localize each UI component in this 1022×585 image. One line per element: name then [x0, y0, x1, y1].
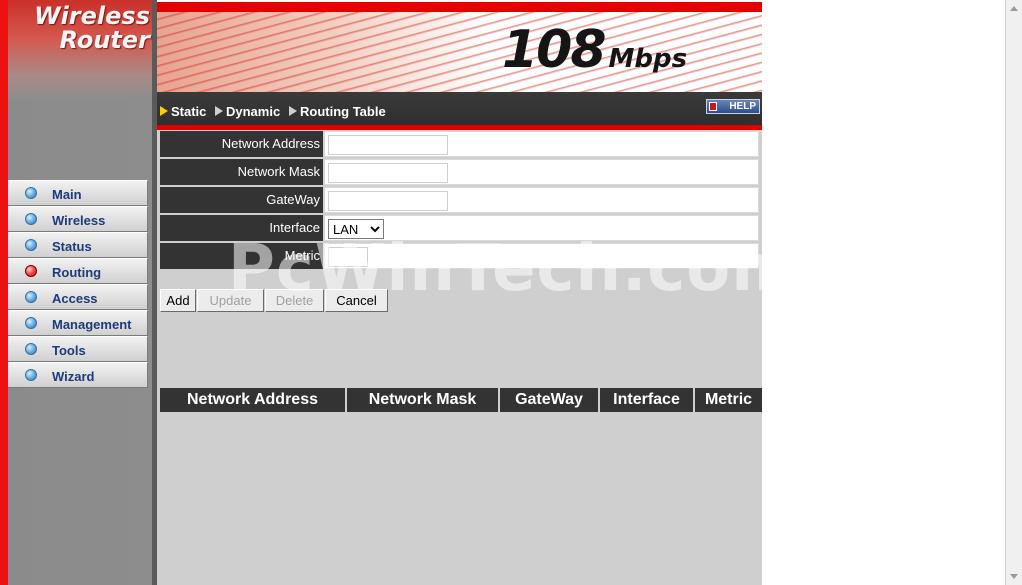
column-header-metric: Metric — [695, 388, 762, 412]
sub-navigation: Static Dynamic Routing Table HELP — [157, 92, 762, 130]
routing-table-header: Network Address Network Mask GateWay Int… — [160, 388, 762, 412]
sidebar: Wireless Router Main Wireless Status Rou… — [0, 0, 157, 585]
logo-line-1: Wireless — [34, 2, 150, 30]
form-cell: LAN — [324, 215, 759, 241]
sidebar-item-access[interactable]: Access — [8, 284, 148, 310]
metric-input[interactable] — [328, 247, 368, 267]
help-button[interactable]: HELP — [706, 99, 760, 114]
form-row-interface: Interface LAN — [157, 214, 762, 242]
sidebar-item-label: Wizard — [52, 369, 95, 384]
tab-label: Static — [171, 104, 207, 119]
sidebar-item-label: Tools — [52, 343, 86, 358]
form-cell — [324, 159, 759, 185]
tab-dynamic[interactable]: Dynamic — [215, 104, 280, 119]
sidebar-item-wizard[interactable]: Wizard — [8, 362, 148, 388]
logo-line-2: Router — [59, 26, 150, 54]
bullet-icon — [25, 343, 37, 355]
column-header-interface: Interface — [600, 388, 695, 412]
tab-label: Dynamic — [226, 104, 281, 119]
sidebar-item-main[interactable]: Main — [8, 180, 148, 206]
sidebar-item-label: Routing — [52, 265, 102, 280]
delete-button[interactable]: Delete — [265, 289, 324, 312]
scroll-down-icon[interactable] — [1010, 574, 1018, 579]
active-bullet-icon — [25, 265, 37, 277]
help-icon — [709, 102, 717, 111]
network-address-label: Network Address — [160, 131, 323, 157]
sidebar-item-label: Main — [52, 187, 82, 202]
form-row-network-mask: Network Mask — [157, 158, 762, 186]
sidebar-item-label: Management — [52, 317, 132, 332]
scroll-up-icon[interactable] — [1010, 6, 1018, 11]
gateway-input[interactable] — [328, 191, 448, 211]
sidebar-item-tools[interactable]: Tools — [8, 336, 148, 362]
form-row-gateway: GateWay — [157, 186, 762, 214]
form-cell — [324, 243, 759, 269]
speed-unit: Mbps — [608, 44, 688, 74]
bullet-icon — [25, 291, 37, 303]
form-row-metric: Metric — [157, 242, 762, 270]
tab-label: Routing Table — [300, 104, 386, 119]
interface-label: Interface — [160, 215, 323, 241]
form-cell — [324, 131, 759, 157]
vertical-scrollbar[interactable] — [1005, 0, 1022, 585]
speed-number: 108 — [502, 20, 607, 80]
banner-red-stripe — [157, 2, 762, 12]
column-header-network-mask: Network Mask — [347, 388, 500, 412]
main-content: Network Address Network Mask GateWay Int… — [157, 130, 762, 585]
metric-label: Metric — [160, 243, 323, 269]
column-header-network-address: Network Address — [160, 388, 347, 412]
logo: Wireless Router — [14, 4, 150, 52]
bullet-icon — [25, 239, 37, 251]
add-button[interactable]: Add — [160, 289, 196, 312]
sidebar-nav: Main Wireless Status Routing Access Mana… — [8, 180, 148, 388]
gateway-label: GateWay — [160, 187, 323, 213]
form-row-network-address: Network Address — [157, 130, 762, 158]
form-cell — [324, 187, 759, 213]
interface-select[interactable]: LAN — [328, 219, 384, 239]
speed-logo: 108 Mbps — [502, 20, 687, 80]
bullet-icon — [25, 369, 37, 381]
network-address-input[interactable] — [328, 135, 448, 155]
triangle-right-icon — [160, 106, 168, 116]
update-button[interactable]: Update — [197, 289, 264, 312]
bullet-icon — [25, 317, 37, 329]
sidebar-item-label: Status — [52, 239, 92, 254]
static-route-form: Network Address Network Mask GateWay Int… — [157, 130, 762, 270]
tab-routing-table[interactable]: Routing Table — [289, 104, 386, 119]
bullet-icon — [25, 187, 37, 199]
tab-static[interactable]: Static — [160, 104, 206, 119]
sidebar-item-status[interactable]: Status — [8, 232, 148, 258]
help-label: HELP — [729, 101, 756, 112]
cancel-button[interactable]: Cancel — [325, 289, 388, 312]
sidebar-item-wireless[interactable]: Wireless — [8, 206, 148, 232]
sidebar-item-label: Wireless — [52, 213, 106, 228]
header-banner: 108 Mbps — [157, 0, 762, 92]
sidebar-item-management[interactable]: Management — [8, 310, 148, 336]
triangle-right-icon — [289, 106, 297, 116]
triangle-right-icon — [215, 106, 223, 116]
sidebar-item-label: Access — [52, 291, 98, 306]
bullet-icon — [25, 213, 37, 225]
column-header-gateway: GateWay — [500, 388, 600, 412]
network-mask-label: Network Mask — [160, 159, 323, 185]
sidebar-item-routing[interactable]: Routing — [8, 258, 148, 284]
network-mask-input[interactable] — [328, 163, 448, 183]
